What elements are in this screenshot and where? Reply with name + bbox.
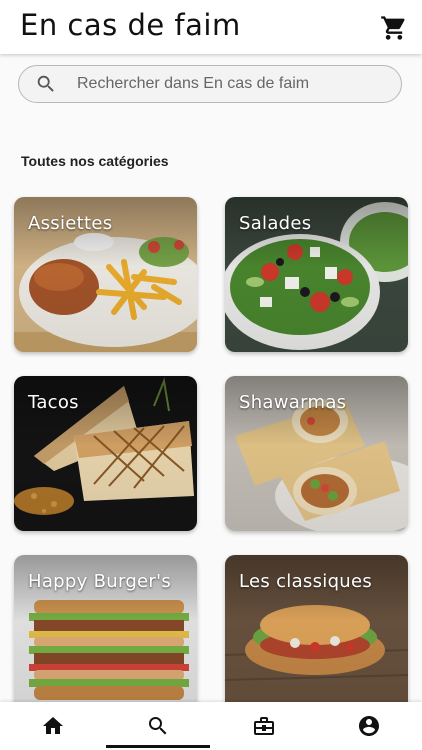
search-input[interactable]	[75, 74, 379, 94]
category-label: Shawarmas	[239, 392, 347, 413]
cart-icon	[381, 16, 405, 40]
search-icon	[37, 75, 54, 92]
category-label: Tacos	[28, 392, 79, 413]
cart-button[interactable]	[380, 14, 408, 42]
bottom-navigation	[0, 702, 422, 750]
search-icon	[149, 717, 167, 735]
nav-search[interactable]	[106, 702, 212, 750]
section-title: Toutes nos catégories	[21, 153, 169, 169]
app-bar: En cas de faim	[0, 0, 422, 54]
category-label: Happy Burger's	[28, 571, 172, 592]
category-card-assiettes[interactable]: Assiettes	[14, 197, 197, 352]
category-card-tacos[interactable]: Tacos	[14, 376, 197, 531]
account-icon	[359, 716, 380, 736]
category-card-happy-burgers[interactable]: Happy Burger's	[14, 555, 197, 702]
category-label: Assiettes	[28, 213, 113, 234]
nav-account[interactable]	[317, 702, 422, 750]
home-icon	[42, 717, 63, 734]
search-bar[interactable]	[18, 65, 402, 103]
nav-orders[interactable]	[211, 702, 317, 750]
category-card-les-classiques[interactable]: Les classiques	[225, 555, 408, 702]
category-label: Les classiques	[239, 571, 373, 592]
briefcase-icon	[253, 717, 274, 735]
category-card-salades[interactable]: Salades	[225, 197, 408, 352]
category-card-shawarmas[interactable]: Shawarmas	[225, 376, 408, 531]
nav-home[interactable]	[0, 702, 106, 750]
category-label: Salades	[239, 213, 312, 234]
app-title: En cas de faim	[20, 8, 241, 42]
